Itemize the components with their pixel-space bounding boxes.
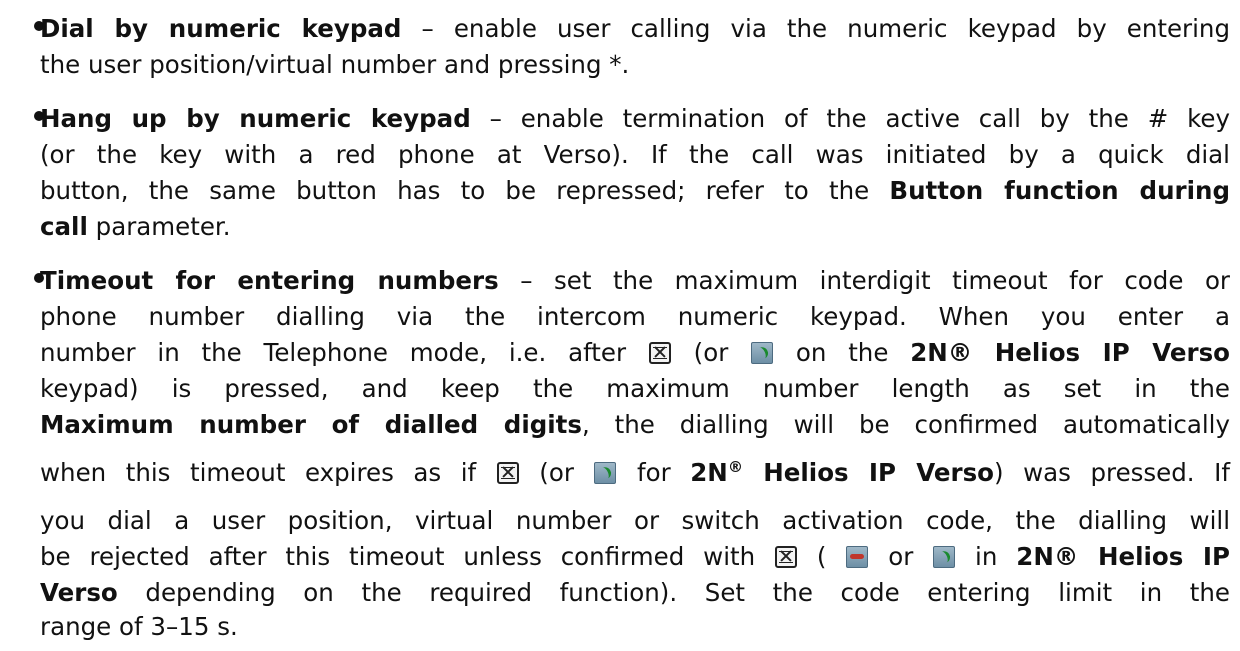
green-phone-key-icon	[594, 462, 617, 484]
description-text: ) was pressed. If	[994, 458, 1230, 487]
text-line: Timeout for entering numbers – set the m…	[40, 266, 1230, 302]
red-phone-key-icon	[846, 546, 869, 568]
description-text: parameter.	[87, 212, 231, 241]
description-text: , the dialling will be confirmed automat…	[581, 410, 1230, 439]
description-text: range of 3–15 s.	[40, 612, 238, 641]
registered-mark: ®	[727, 457, 743, 476]
term-timeout-entering-numbers: Timeout for entering numbers	[40, 266, 499, 295]
description-text: you dial a user position, virtual number…	[40, 506, 1230, 535]
description-text: be rejected after this timeout unless co…	[40, 542, 775, 571]
list-item-timeout-entering-numbers: Timeout for entering numbers – set the m…	[34, 266, 1230, 648]
description-text: depending on the required function). Set…	[117, 578, 1230, 607]
text-line: the user position/virtual number and pre…	[40, 50, 1230, 86]
text-line: number in the Telephone mode, i.e. after…	[40, 338, 1230, 374]
text-line: range of 3–15 s.	[40, 612, 1230, 648]
term-dial-by-keypad: Dial by numeric keypad	[40, 14, 402, 43]
term-hang-up-by-keypad: Hang up by numeric keypad	[40, 104, 471, 133]
description-text: button, the same button has to be repres…	[40, 176, 890, 205]
description-text: or	[869, 542, 933, 571]
description-text: (or	[519, 458, 594, 487]
description-text: for	[617, 458, 691, 487]
description-text: the user position/virtual number and pre…	[40, 50, 630, 79]
description-text: (	[798, 542, 846, 571]
document-page: Dial by numeric keypad – enable user cal…	[0, 0, 1240, 651]
list-item-hang-up-by-keypad: Hang up by numeric keypad – enable termi…	[34, 104, 1230, 248]
description-text: number in the Telephone mode, i.e. after	[40, 338, 648, 367]
reference-maximum-dialled-digits: Maximum number of dialled digits	[40, 410, 582, 439]
text-line: Maximum number of dialled digits, the di…	[40, 410, 1230, 446]
description-text: when this timeout expires as if	[40, 458, 496, 487]
text-line: Hang up by numeric keypad – enable termi…	[40, 104, 1230, 140]
text-line: call parameter.	[40, 212, 1230, 248]
text-line: be rejected after this timeout unless co…	[40, 542, 1230, 578]
reference-button-function: Button function during	[889, 176, 1230, 205]
green-phone-key-icon	[933, 546, 956, 568]
star-key-icon	[775, 546, 798, 568]
text-line: button, the same button has to be repres…	[40, 176, 1230, 212]
description-text: (or	[671, 338, 751, 367]
text-line: (or the key with a red phone at Verso). …	[40, 140, 1230, 176]
brand-helios: Helios IP Verso	[743, 458, 995, 487]
brand-2n: 2N	[690, 458, 728, 487]
green-phone-key-icon	[751, 342, 774, 364]
description-text: phone number dialling via the intercom n…	[40, 302, 1230, 331]
product-name: 2N® Helios IP Verso	[910, 338, 1231, 367]
description-text: – enable user calling via the numeric ke…	[401, 14, 1231, 43]
star-key-icon	[496, 462, 519, 484]
reference-call: call	[40, 212, 88, 241]
description-text: – enable termination of the active call …	[470, 104, 1230, 133]
text-line: keypad) is pressed, and keep the maximum…	[40, 374, 1230, 410]
description-text: (or the key with a red phone at Verso). …	[40, 140, 1230, 169]
description-text: on the	[774, 338, 911, 367]
text-line: phone number dialling via the intercom n…	[40, 302, 1230, 338]
product-name: 2N® Helios IP Verso	[690, 458, 994, 487]
text-line: when this timeout expires as if (or for …	[40, 458, 1230, 494]
description-text: keypad) is pressed, and keep the maximum…	[40, 374, 1230, 403]
description-text: in	[956, 542, 1017, 571]
text-line: Dial by numeric keypad – enable user cal…	[40, 14, 1230, 50]
star-key-icon	[648, 342, 671, 364]
text-line: you dial a user position, virtual number…	[40, 506, 1230, 542]
product-name-verso: Verso	[40, 578, 118, 607]
list-item-dial-by-keypad: Dial by numeric keypad – enable user cal…	[34, 14, 1230, 86]
text-line: Verso depending on the required function…	[40, 578, 1230, 614]
product-name: 2N® Helios IP	[1016, 542, 1230, 571]
description-text: – set the maximum interdigit timeout for…	[498, 266, 1231, 295]
